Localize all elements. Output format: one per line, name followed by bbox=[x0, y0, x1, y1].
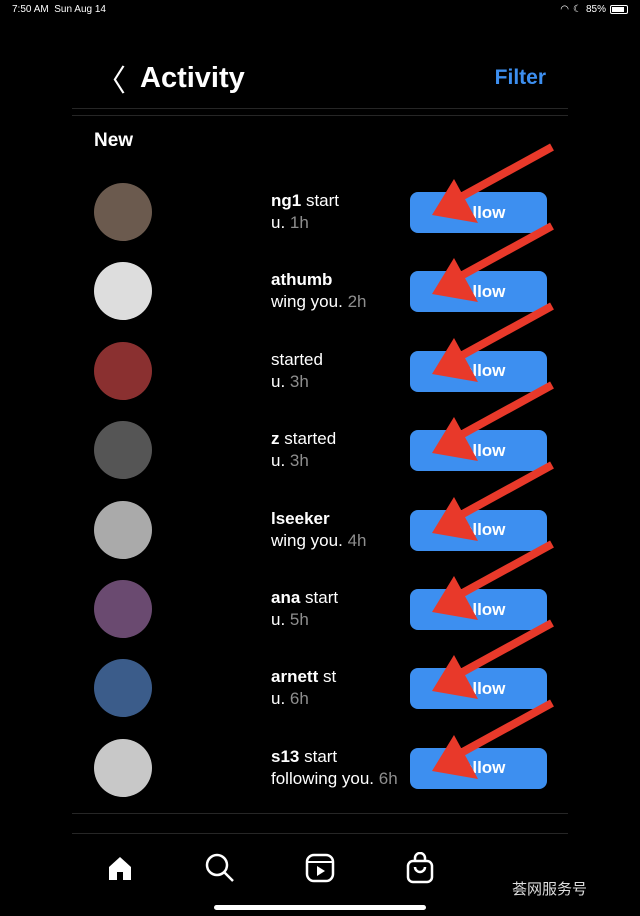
notification-line1: s13 start bbox=[271, 747, 337, 767]
notification-line1: arnett st bbox=[271, 667, 336, 687]
notification-line1: athumb bbox=[271, 270, 332, 290]
tab-search[interactable] bbox=[200, 848, 240, 888]
list-item: athumb wing you. 2h Follow bbox=[94, 222, 554, 322]
notification-line1: z started bbox=[271, 429, 336, 449]
avatar[interactable] bbox=[94, 183, 152, 241]
follow-button[interactable]: Follow bbox=[410, 509, 547, 551]
divider bbox=[72, 115, 568, 116]
battery-icon bbox=[610, 5, 628, 14]
list-item: ng1 start u. 1h Follow bbox=[94, 143, 554, 243]
home-indicator bbox=[214, 905, 426, 910]
list-item: lseeker wing you. 4h Follow bbox=[94, 461, 554, 561]
action-text: st bbox=[318, 667, 337, 687]
notification-line2: wing you. 2h bbox=[271, 292, 366, 312]
list-item: arnett st u. 6h Follow bbox=[94, 619, 554, 719]
avatar[interactable] bbox=[94, 659, 152, 718]
action-text: u. bbox=[271, 689, 286, 709]
avatar[interactable] bbox=[94, 738, 152, 797]
notification-line1: ana start bbox=[271, 588, 338, 608]
reels-icon bbox=[305, 853, 335, 883]
action-text: start bbox=[301, 191, 340, 210]
action-text: started bbox=[279, 429, 337, 449]
section-new: New bbox=[94, 130, 134, 151]
timestamp: 4h bbox=[347, 530, 367, 550]
list-item: started u. 3h Follow bbox=[94, 302, 554, 402]
action-text: u. bbox=[271, 213, 286, 232]
notification-line2: u. 1h bbox=[271, 213, 309, 233]
list-item: s13 start following you. 6h Follow bbox=[94, 699, 554, 799]
action-text: started bbox=[271, 349, 323, 369]
tab-bar bbox=[100, 848, 440, 888]
avatar[interactable] bbox=[94, 421, 152, 480]
follow-button[interactable]: Follow bbox=[410, 747, 547, 789]
wifi-icon: ◠ bbox=[560, 4, 570, 15]
notification-line1: ng1 start bbox=[271, 191, 339, 211]
page-title: Activity bbox=[140, 61, 245, 94]
username[interactable]: athumb bbox=[271, 270, 332, 289]
action-text: start bbox=[300, 588, 339, 607]
follow-button[interactable]: Follow bbox=[410, 350, 547, 392]
list-item: z started u. 3h Follow bbox=[94, 381, 554, 481]
list-item: ana start u. 5h Follow bbox=[94, 540, 554, 640]
username[interactable]: lseeker bbox=[271, 509, 330, 528]
search-icon bbox=[205, 853, 234, 882]
follow-button[interactable]: Follow bbox=[410, 271, 547, 313]
timestamp: 2h bbox=[347, 292, 367, 312]
follow-button[interactable]: Follow bbox=[410, 589, 547, 630]
action-text: start bbox=[299, 746, 338, 766]
username[interactable]: s13 bbox=[271, 747, 299, 766]
notification-line2: wing you. 4h bbox=[271, 531, 366, 551]
notification-line1: lseeker bbox=[271, 509, 330, 529]
username[interactable]: arnett bbox=[271, 667, 318, 686]
action-text: u. bbox=[271, 371, 286, 391]
avatar[interactable] bbox=[94, 341, 152, 400]
filter-button[interactable]: Filter bbox=[495, 66, 546, 90]
timestamp: 1h bbox=[289, 213, 309, 232]
avatar[interactable] bbox=[94, 262, 152, 321]
follow-button[interactable]: Follow bbox=[410, 668, 547, 710]
watermark: 荟网服务号 bbox=[512, 881, 588, 898]
tab-shop[interactable] bbox=[400, 848, 440, 888]
avatar[interactable] bbox=[94, 500, 152, 559]
notification-line2: u. 3h bbox=[271, 451, 309, 471]
header: 〈 Activity Filter bbox=[96, 56, 546, 100]
timestamp: 3h bbox=[289, 371, 309, 391]
shop-icon bbox=[406, 852, 434, 884]
follow-button[interactable]: Follow bbox=[410, 430, 547, 472]
timestamp: 6h bbox=[378, 768, 398, 788]
username[interactable]: z bbox=[271, 429, 280, 448]
action-text: u. bbox=[271, 451, 286, 471]
battery-percent: 85% bbox=[585, 4, 606, 15]
action-text: wing you. bbox=[271, 530, 343, 550]
date: Sun Aug 14 bbox=[54, 4, 106, 15]
username[interactable]: ng1 bbox=[271, 191, 301, 210]
username[interactable]: ana bbox=[271, 588, 300, 607]
home-icon bbox=[109, 857, 131, 880]
avatar[interactable] bbox=[94, 580, 152, 638]
notification-line1: started bbox=[271, 350, 323, 370]
time: 7:50 AM bbox=[12, 4, 49, 15]
timestamp: 6h bbox=[289, 689, 309, 709]
tab-home[interactable] bbox=[100, 848, 140, 888]
notification-line2: following you. 6h bbox=[271, 769, 398, 789]
divider bbox=[72, 813, 568, 814]
divider bbox=[72, 833, 568, 834]
moon-icon: ☾ bbox=[573, 4, 582, 15]
timestamp: 5h bbox=[289, 610, 309, 629]
follow-button[interactable]: Follow bbox=[410, 192, 547, 233]
notification-line2: u. 5h bbox=[271, 610, 309, 630]
back-icon[interactable]: 〈 bbox=[96, 56, 126, 100]
action-text: following you. bbox=[271, 768, 375, 788]
timestamp: 3h bbox=[289, 451, 309, 471]
action-text: u. bbox=[271, 610, 286, 629]
action-text: wing you. bbox=[271, 292, 343, 312]
notification-line2: u. 6h bbox=[271, 689, 309, 709]
tab-reels[interactable] bbox=[300, 848, 340, 888]
status-bar: 7:50 AM Sun Aug 14 ◠ ☾ 85% bbox=[12, 4, 628, 15]
notification-line2: u. 3h bbox=[271, 372, 309, 392]
divider bbox=[72, 108, 568, 109]
